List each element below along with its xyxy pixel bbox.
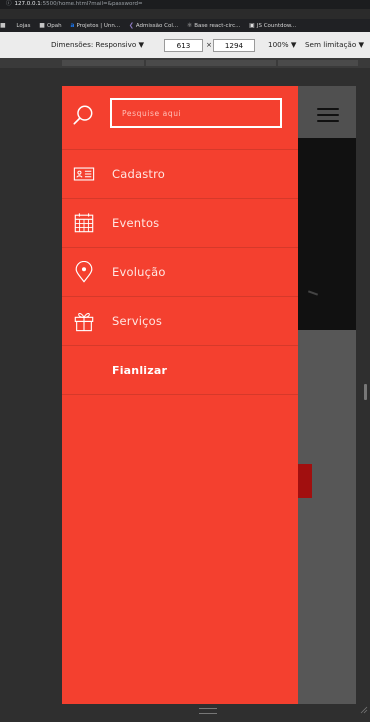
bookmark-label: Opah — [46, 23, 62, 29]
folder-icon: ■ — [0, 22, 6, 29]
dimension-times: × — [206, 40, 213, 49]
bookmarks-bar: ■ Lojas ■ Opah a Projetos | Unn... ❮ Admiss… — [0, 19, 370, 32]
viewport-resize-handle[interactable] — [364, 384, 367, 400]
device-toolbar: Dimensões: Responsivo ▼ 613 × 1294 100% … — [0, 32, 370, 58]
id-card-icon — [73, 167, 95, 181]
bookmark-js-countdown[interactable]: ▣ JS Countdow... — [249, 19, 296, 32]
side-menu: Cadastro Eventos — [62, 86, 298, 704]
zoom-dropdown[interactable]: 100% ▼ — [268, 40, 296, 49]
menu-item-cadastro[interactable]: Cadastro — [62, 149, 298, 199]
menu-hamburger-icon[interactable] — [317, 108, 339, 123]
viewport-width-input[interactable]: 613 — [164, 39, 203, 52]
bookmark-projetos[interactable]: a Projetos | Unn... — [70, 19, 120, 32]
bookmark-label: Projetos | Unn... — [76, 23, 121, 29]
menu-item-label: Evolução — [112, 265, 166, 279]
ruler-segment[interactable] — [146, 60, 276, 66]
menu-item-label: Serviços — [112, 314, 163, 328]
address-bar[interactable]: ⓘ 127.0.0.1:5500/home.html?mail=&password… — [0, 0, 370, 9]
menu-item-evolucao[interactable]: Evolução — [62, 248, 298, 297]
hamburger-line — [317, 108, 339, 111]
bookmark-label: Base react-circ... — [194, 23, 241, 29]
viewport-height-input[interactable]: 1294 — [213, 39, 255, 52]
search-row — [62, 86, 298, 146]
ruler-segment[interactable] — [278, 60, 358, 66]
bookmark-opah[interactable]: ■ Opah — [39, 19, 61, 32]
menu-list: Cadastro Eventos Evolução Serviços Fianl… — [62, 149, 298, 395]
gift-icon — [74, 312, 94, 332]
ruler-segment[interactable] — [62, 60, 144, 66]
box-icon: ▣ — [249, 22, 255, 29]
menu-item-servicos[interactable]: Serviços — [62, 297, 298, 346]
device-viewport: Cadastro Eventos — [62, 86, 356, 704]
menu-item-label: Eventos — [112, 216, 160, 230]
kite-icon: ❮ — [128, 22, 134, 29]
bookmark-label: Admissão Col... — [135, 23, 179, 29]
bookmark-partial[interactable]: ■ — [0, 19, 8, 32]
menu-item-label: Cadastro — [112, 167, 166, 181]
bookmark-admissao[interactable]: ❮ Admissão Col... — [129, 19, 178, 32]
folder-icon: ■ — [39, 22, 45, 29]
location-pin-icon — [75, 261, 93, 283]
calendar-icon — [74, 213, 94, 233]
url-path: :5500/home.html?mail=&password= — [40, 1, 143, 7]
hamburger-line — [317, 113, 339, 117]
a-logo-icon: a — [70, 22, 75, 29]
page-red-button[interactable] — [298, 464, 312, 498]
react-icon: ⚛ — [186, 22, 193, 29]
bookmark-lojas[interactable]: Lojas — [16, 20, 30, 32]
hamburger-line — [317, 119, 339, 123]
bottom-resize-handle[interactable] — [199, 708, 217, 714]
bookmark-base-react[interactable]: ⚛ Base react-circ... — [187, 19, 241, 32]
corner-resize-icon[interactable] — [360, 706, 368, 714]
site-info-icon[interactable]: ⓘ — [6, 0, 12, 9]
media-query-rulers — [0, 58, 370, 68]
bookmark-label: Lojas — [16, 23, 31, 29]
search-icon[interactable] — [72, 104, 94, 126]
dimensions-dropdown[interactable]: Dimensões: Responsivo ▼ — [51, 40, 144, 49]
hero-image — [298, 138, 356, 330]
url-host: 127.0.0.1 — [14, 1, 41, 7]
menu-item-finalizar[interactable]: Fianlizar — [62, 346, 298, 395]
menu-item-label: Fianlizar — [112, 363, 168, 377]
menu-item-eventos[interactable]: Eventos — [62, 199, 298, 248]
bookmark-label: JS Countdow... — [256, 23, 297, 29]
search-input[interactable] — [110, 98, 282, 128]
throttle-dropdown[interactable]: Sem limitação ▼ — [305, 40, 364, 49]
